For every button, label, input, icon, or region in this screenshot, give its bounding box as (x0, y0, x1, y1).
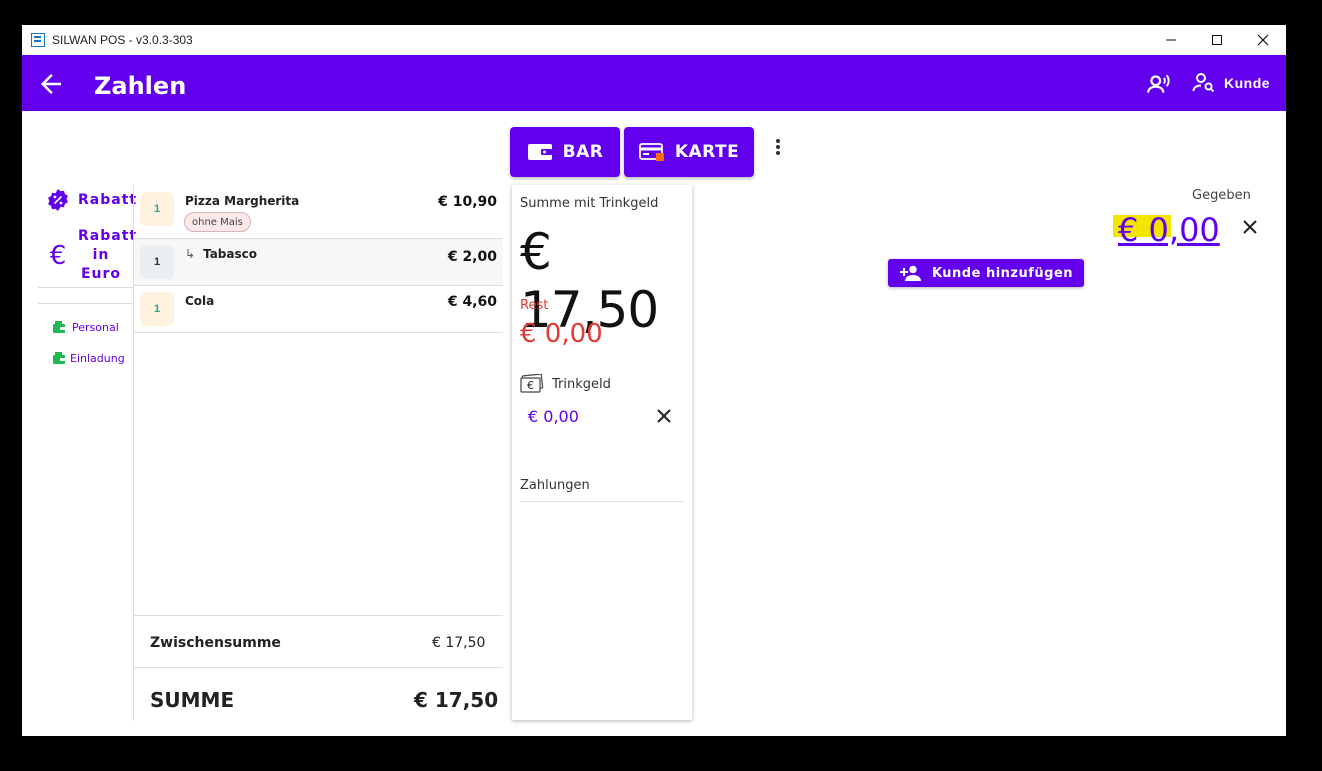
add-customer-label: Kunde hinzufügen (931, 265, 1074, 281)
person-add-icon (899, 265, 921, 281)
more-vert-icon (772, 139, 784, 155)
item-price: € 10,90 (438, 194, 497, 210)
clear-tip-button[interactable] (654, 406, 674, 426)
payments-divider (520, 501, 683, 502)
item-quantity: 1 (140, 192, 174, 226)
item-price: € 2,00 (447, 249, 497, 265)
payment-summary-card: Summe mit Trinkgeld € 17,50 Rest € 0,00 … (512, 185, 692, 720)
back-arrow-icon (41, 74, 61, 94)
minimize-icon (1166, 39, 1176, 41)
item-price: € 4,60 (447, 294, 497, 310)
total-label: SUMME (150, 688, 235, 712)
more-options-button[interactable] (772, 137, 784, 161)
customer-button[interactable]: Kunde (1192, 71, 1270, 95)
cash-button[interactable]: BAR (510, 127, 620, 177)
totals-divider (134, 667, 503, 668)
discount-euro-button[interactable]: € Rabatt in Euro (46, 227, 138, 284)
tip-label: Trinkgeld (552, 377, 611, 392)
discount-percent-label: Rabatt (78, 191, 138, 208)
add-customer-button[interactable]: Kunde hinzufügen (888, 259, 1084, 287)
order-item[interactable]: 1 ↳ Tabasco € 2,00 (134, 239, 503, 286)
wallet-small-icon (53, 321, 65, 333)
window-title: SILWAN POS - v3.0.3-303 (52, 33, 193, 47)
tip-value[interactable]: € 0,00 (528, 407, 579, 426)
item-quantity: 1 (140, 292, 174, 326)
money-icon: € (520, 374, 544, 393)
discount-euro-label: Rabatt in Euro (78, 228, 138, 282)
given-label: Gegeben (1192, 188, 1251, 203)
item-name-group: ↳ Tabasco (185, 247, 257, 261)
payments-label: Zahlungen (520, 478, 590, 493)
modifier-chip[interactable]: ohne Mais (184, 212, 251, 232)
subtotal-value: € 17,50 (432, 635, 486, 651)
back-button[interactable] (36, 69, 66, 99)
subtotal-label: Zwischensumme (150, 635, 281, 651)
percent-badge-icon (48, 189, 68, 211)
euro-icon: € (49, 240, 67, 271)
speech-icon (1147, 74, 1170, 93)
item-name: Pizza Margherita (185, 194, 300, 208)
total-value: € 17,50 (414, 688, 499, 712)
discount-percent-button[interactable]: Rabatt (46, 188, 138, 212)
sidebar-divider (38, 287, 133, 288)
rest-label: Rest (520, 298, 549, 313)
app-window: SILWAN POS - v3.0.3-303 Zahlen Kunde BAR… (22, 25, 1286, 736)
clear-given-button[interactable] (1241, 218, 1259, 236)
item-name: Tabasco (203, 247, 257, 261)
close-window-button[interactable] (1240, 25, 1286, 55)
cash-button-label: BAR (562, 142, 604, 162)
maximize-button[interactable] (1194, 25, 1240, 55)
order-item[interactable]: 1 Cola € 4,60 (134, 286, 503, 333)
window-titlebar: SILWAN POS - v3.0.3-303 (22, 25, 1286, 55)
totals-divider (134, 615, 503, 616)
app-bar: Zahlen Kunde (22, 55, 1286, 111)
page-title: Zahlen (94, 72, 187, 100)
customer-button-label: Kunde (1224, 75, 1271, 91)
speech-button[interactable] (1146, 71, 1172, 97)
close-icon (657, 409, 671, 423)
svg-text:€: € (527, 379, 534, 392)
app-logo-icon (31, 33, 45, 47)
person-search-icon (1192, 73, 1215, 93)
minimize-button[interactable] (1148, 25, 1194, 55)
subitem-arrow-icon: ↳ (185, 247, 196, 261)
maximize-icon (1212, 35, 1222, 45)
invitation-label: Einladung (70, 351, 125, 365)
item-quantity: 1 (140, 245, 174, 279)
given-value-input[interactable]: € 0,00 (1118, 211, 1220, 249)
wallet-icon (527, 144, 552, 160)
invitation-button[interactable]: Einladung (52, 351, 125, 365)
personal-button[interactable]: Personal (52, 320, 119, 334)
sum-with-tip-label: Summe mit Trinkgeld (520, 196, 659, 211)
card-button[interactable]: KARTE (624, 127, 754, 177)
wallet-small-icon (53, 352, 65, 364)
personal-label: Personal (72, 320, 119, 334)
card-button-label: KARTE (674, 142, 740, 162)
rest-value: € 0,00 (520, 319, 603, 349)
sidebar-divider (38, 303, 133, 304)
order-item[interactable]: 1 Pizza Margherita ohne Mais € 10,90 (134, 185, 503, 239)
close-icon (1243, 220, 1257, 234)
credit-card-icon (638, 143, 664, 161)
close-icon (1257, 34, 1269, 46)
item-name: Cola (185, 294, 215, 308)
